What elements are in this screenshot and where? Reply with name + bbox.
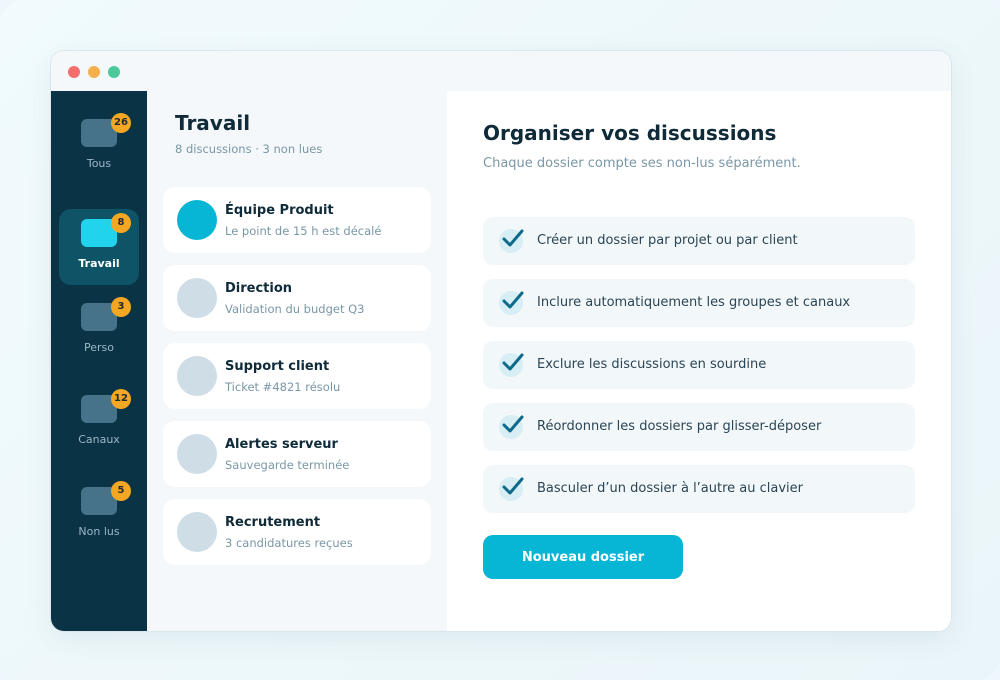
folder-label: Non lus [78, 525, 120, 538]
chat-preview: 3 candidatures reçues [225, 536, 353, 550]
chat-list-pane: Travail 8 discussions · 3 non lues Équip… [147, 91, 447, 631]
new-folder-button[interactable]: Nouveau dossier [483, 535, 683, 579]
checkmark-icon [499, 415, 524, 439]
panel-title: Organiser vos discussions [483, 121, 777, 145]
feature-text: Basculer d’un dossier à l’autre au clavi… [537, 481, 804, 496]
folder-rail: 26 Tous 8 Travail 3 Perso 12 Canaux 5 No… [51, 91, 147, 631]
unread-badge: 8 [111, 213, 131, 233]
feature-item: Inclure automatiquement les groupes et c… [483, 279, 915, 327]
close-window-dot[interactable] [68, 66, 80, 78]
folder-non-lus[interactable]: 5 Non lus [59, 477, 139, 553]
chat-name: Direction [225, 281, 293, 296]
avatar [177, 200, 217, 240]
avatar [177, 278, 217, 318]
unread-badge: 12 [111, 389, 131, 409]
checkmark-icon [499, 477, 524, 501]
folder-summary: 8 discussions · 3 non lues [175, 142, 323, 156]
feature-item: Exclure les discussions en sourdine [483, 341, 915, 389]
chat-item-support-client[interactable]: Support client Ticket #4821 résolu [163, 343, 431, 409]
chat-item-alertes-serveur[interactable]: Alertes serveur Sauvegarde terminée [163, 421, 431, 487]
chat-preview: Sauvegarde terminée [225, 458, 350, 472]
feature-item: Créer un dossier par projet ou par clien… [483, 217, 915, 265]
folder-label: Canaux [78, 433, 120, 446]
chat-item-direction[interactable]: Direction Validation du budget Q3 [163, 265, 431, 331]
checkmark-icon [499, 291, 524, 315]
chat-preview: Le point de 15 h est décalé [225, 224, 382, 238]
chat-item-recrutement[interactable]: Recrutement 3 candidatures reçues [163, 499, 431, 565]
folder-tous[interactable]: 26 Tous [59, 109, 139, 185]
app-window: 26 Tous 8 Travail 3 Perso 12 Canaux 5 No… [50, 50, 952, 632]
feature-text: Créer un dossier par projet ou par clien… [537, 233, 798, 248]
folder-label: Tous [86, 157, 112, 170]
feature-item: Réordonner les dossiers par glisser-dépo… [483, 403, 915, 451]
folder-travail[interactable]: 8 Travail [59, 209, 139, 285]
checkmark-icon [499, 229, 524, 253]
avatar [177, 356, 217, 396]
info-panel: Organiser vos discussions Chaque dossier… [447, 91, 951, 631]
title-bar [51, 51, 951, 91]
chat-preview: Validation du budget Q3 [225, 302, 365, 316]
maximize-window-dot[interactable] [108, 66, 120, 78]
chat-preview: Ticket #4821 résolu [225, 380, 341, 394]
avatar [177, 512, 217, 552]
background: 26 Tous 8 Travail 3 Perso 12 Canaux 5 No… [0, 0, 1000, 680]
folder-label: Perso [84, 341, 114, 354]
avatar [177, 434, 217, 474]
folder-label: Travail [78, 257, 120, 270]
unread-badge: 26 [111, 113, 131, 133]
feature-text: Inclure automatiquement les groupes et c… [537, 295, 851, 310]
minimize-window-dot[interactable] [88, 66, 100, 78]
chat-name: Alertes serveur [225, 437, 338, 452]
feature-text: Réordonner les dossiers par glisser-dépo… [537, 419, 822, 434]
feature-item: Basculer d’un dossier à l’autre au clavi… [483, 465, 915, 513]
folder-title: Travail [175, 111, 251, 135]
panel-subtitle: Chaque dossier compte ses non-lus séparé… [483, 156, 801, 171]
chat-item-equipe-produit[interactable]: Équipe Produit Le point de 15 h est déca… [163, 187, 431, 253]
feature-text: Exclure les discussions en sourdine [537, 357, 767, 372]
chat-name: Équipe Produit [225, 203, 334, 218]
folder-canaux[interactable]: 12 Canaux [59, 385, 139, 461]
chat-name: Support client [225, 359, 330, 374]
folder-perso[interactable]: 3 Perso [59, 293, 139, 369]
chat-name: Recrutement [225, 515, 321, 530]
checkmark-icon [499, 353, 524, 377]
unread-badge: 3 [111, 297, 131, 317]
unread-badge: 5 [111, 481, 131, 501]
